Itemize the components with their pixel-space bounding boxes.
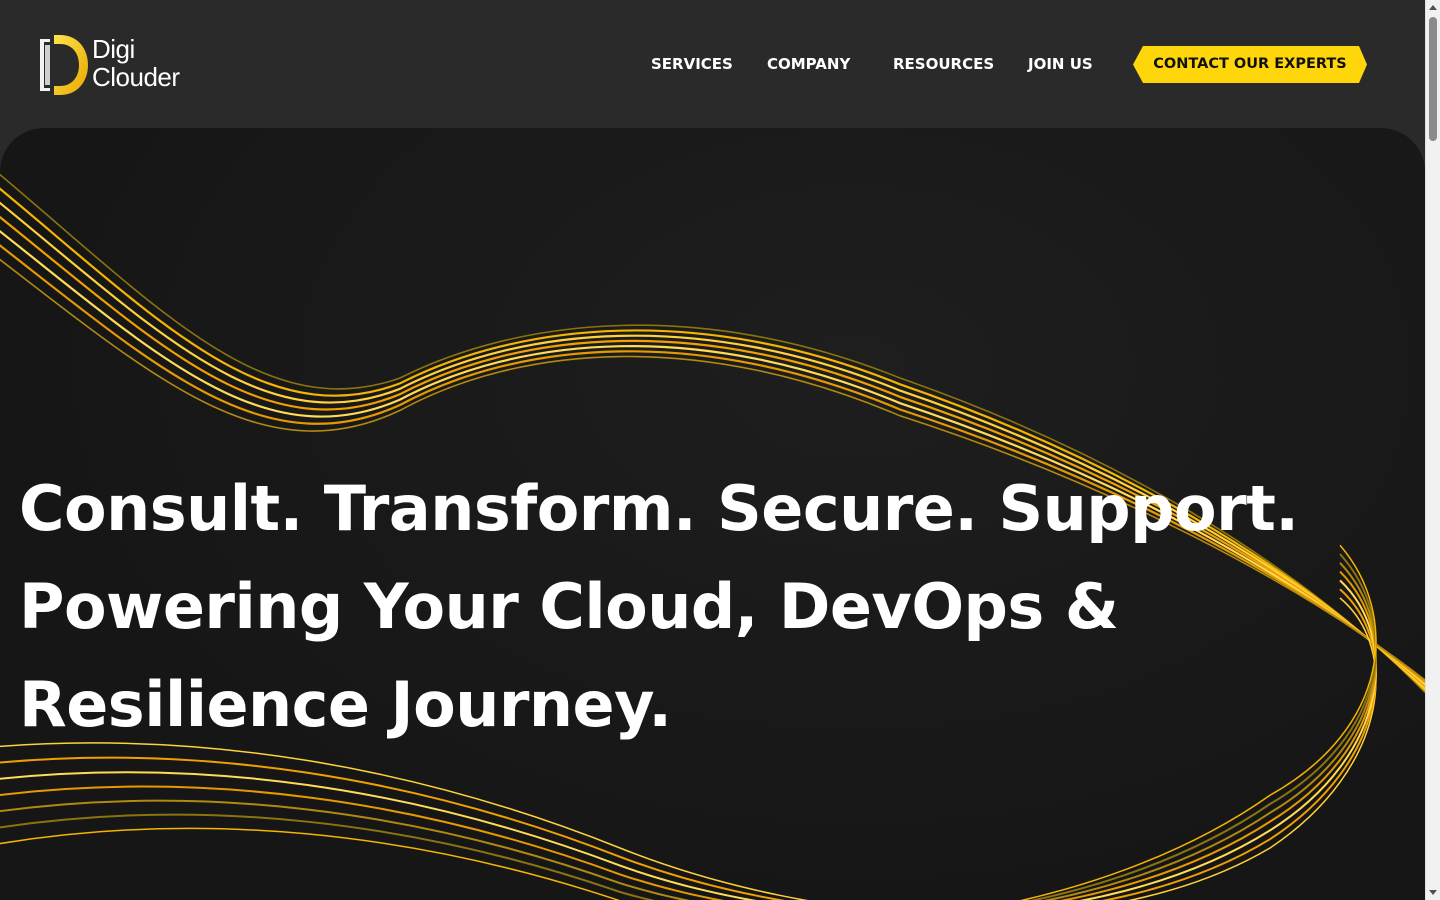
nav-item-services[interactable]: SERVICES (651, 52, 733, 76)
headline-line-2: Powering Your Cloud, DevOps & (19, 570, 1119, 643)
logo-wordmark: Digi Clouder (92, 35, 180, 91)
scrollbar-thumb[interactable] (1429, 17, 1437, 141)
nav-item-join-us[interactable]: JOIN US (1028, 52, 1093, 76)
logo-link[interactable]: Digi Clouder (38, 33, 198, 97)
logo-line-1: Digi (92, 34, 135, 64)
page: Digi Clouder SERVICES COMPANY RESOURCES … (0, 0, 1440, 900)
nav-item-company[interactable]: COMPANY (767, 52, 850, 76)
scroll-up-arrow-icon[interactable] (1429, 5, 1437, 10)
scroll-down-arrow-icon[interactable] (1429, 890, 1437, 895)
logo-mark-icon (40, 35, 88, 95)
site-header: Digi Clouder SERVICES COMPANY RESOURCES … (0, 0, 1425, 128)
vertical-scrollbar[interactable] (1425, 0, 1440, 900)
hero-section: Consult. Transform. Secure. Support. Pow… (0, 128, 1425, 900)
headline-line-1: Consult. Transform. Secure. Support. (19, 472, 1299, 545)
nav-item-resources[interactable]: RESOURCES (893, 52, 994, 76)
logo-line-2: Clouder (92, 62, 180, 92)
hero-headline: Consult. Transform. Secure. Support. Pow… (19, 460, 1299, 754)
contact-experts-label: CONTACT OUR EXPERTS (1153, 56, 1347, 72)
headline-line-3: Resilience Journey. (19, 668, 672, 741)
contact-experts-button[interactable]: CONTACT OUR EXPERTS (1133, 46, 1367, 83)
